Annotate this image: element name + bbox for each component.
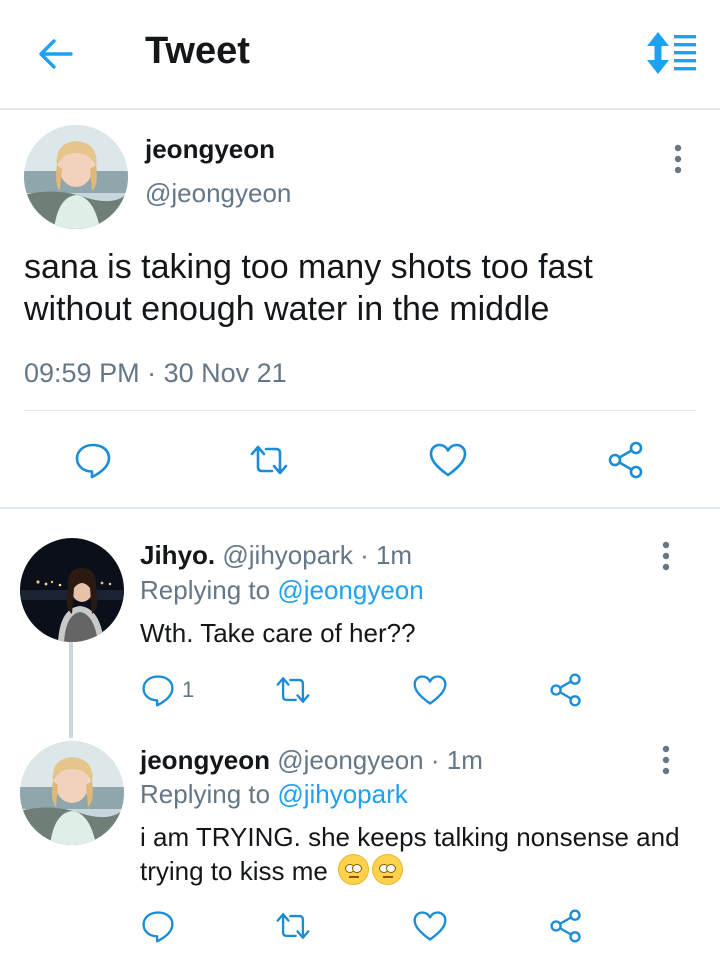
author-handle[interactable]: @jeongyeon (277, 745, 423, 775)
eye-roll-emoji (372, 854, 404, 885)
retweet-icon[interactable] (247, 440, 291, 480)
more-options-icon[interactable] (654, 744, 678, 776)
more-options-icon[interactable] (654, 540, 678, 572)
retweet-icon[interactable] (273, 672, 313, 708)
reply-age: · 1m (430, 745, 483, 775)
divider (0, 507, 720, 509)
reply-button[interactable]: 1 (140, 672, 194, 708)
replying-to: Replying to @jeongyeon (140, 575, 424, 606)
author-name[interactable]: jeongyeon (145, 134, 275, 165)
reply-icon[interactable] (73, 440, 113, 480)
eye-roll-emoji (338, 854, 370, 885)
author-handle[interactable]: @jihyopark (222, 540, 352, 570)
reply-button[interactable] (140, 908, 176, 944)
replying-to-label: Replying to (140, 779, 278, 809)
author-handle[interactable]: @jeongyeon (145, 178, 291, 209)
like-icon[interactable] (428, 440, 468, 480)
top-bar: Tweet (0, 0, 720, 110)
tweet-date: 30 Nov 21 (163, 358, 287, 388)
reply-header: Jihyo. @jihyopark · 1m (140, 540, 412, 571)
share-icon[interactable] (548, 672, 584, 708)
reply-text: Wth. Take care of her?? (140, 618, 416, 648)
like-icon[interactable] (412, 908, 448, 944)
back-arrow-icon[interactable] (36, 34, 76, 74)
meta-separator: · (147, 358, 157, 388)
tweet-text: sana is taking too many shots too fast w… (24, 248, 593, 328)
share-icon[interactable] (606, 440, 646, 480)
replying-to-label: Replying to (140, 575, 278, 605)
author-name[interactable]: jeongyeon (140, 745, 270, 775)
more-options-icon[interactable] (666, 143, 690, 175)
avatar[interactable] (20, 538, 124, 642)
replying-to: Replying to @jihyopark (140, 779, 408, 810)
mention-link[interactable]: @jeongyeon (277, 575, 423, 605)
reply-text-body: i am TRYING. she keeps talking nonsense … (140, 822, 680, 886)
tweet-timestamp: 09:59 PM · 30 Nov 21 (24, 358, 287, 389)
reply-text: i am TRYING. she keeps talking nonsense … (140, 821, 680, 888)
reply-header: jeongyeon @jeongyeon · 1m (140, 745, 483, 776)
avatar[interactable] (24, 125, 128, 229)
avatar[interactable] (20, 741, 124, 845)
tweet-time: 09:59 PM (24, 358, 140, 388)
thread-line (69, 642, 73, 738)
author-name[interactable]: Jihyo. (140, 540, 215, 570)
reply-count: 1 (182, 677, 195, 702)
share-icon[interactable] (548, 908, 584, 944)
retweet-icon[interactable] (273, 908, 313, 944)
reply-age: · 1m (360, 540, 413, 570)
divider (24, 410, 696, 411)
page-title: Tweet (145, 30, 250, 72)
sort-list-icon[interactable] (646, 32, 698, 74)
like-icon[interactable] (412, 672, 448, 708)
mention-link[interactable]: @jihyopark (277, 779, 407, 809)
